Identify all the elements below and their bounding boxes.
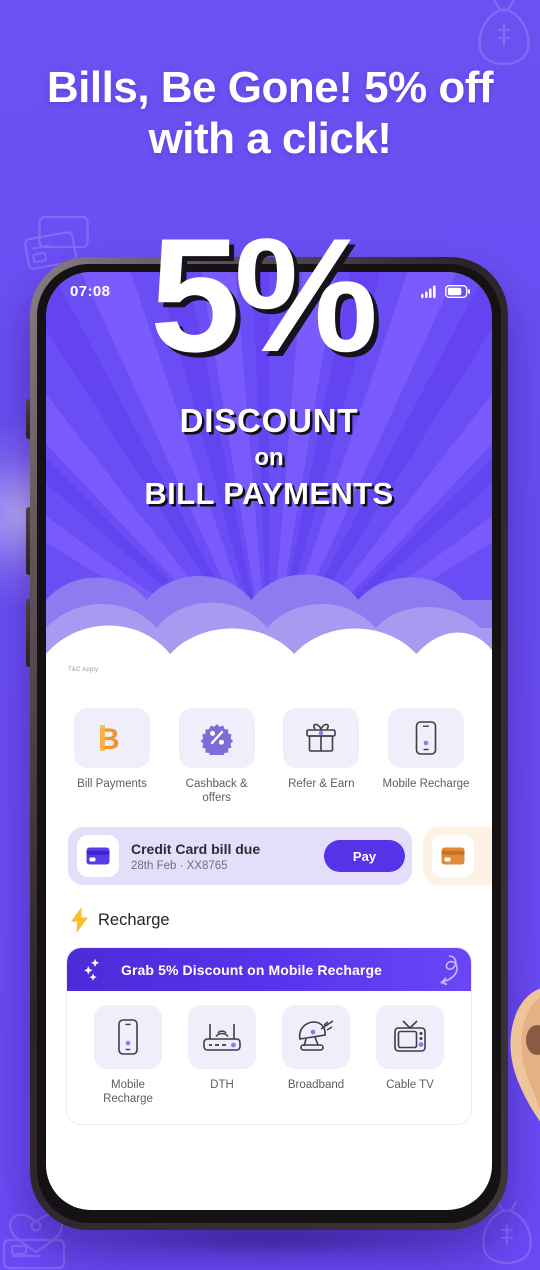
bill-card-icon-container [77,835,119,878]
hero-line-on: on [254,444,284,471]
satellite-dish-icon [298,1020,334,1051]
recharge-card: Grab 5% Discount on Mobile Recharge Mobi… [66,947,472,1126]
big-percent-overlay: 5% [150,205,378,386]
hero-line-discount: DISCOUNT [179,402,359,439]
quick-tile-label: Bill Payments [77,778,147,790]
quick-tile-mobile-recharge[interactable]: Mobile Recharge [382,708,470,805]
service-icon-container [94,1005,162,1070]
service-label: Mobile Recharge [103,1079,153,1106]
bill-card-title: Credit Card bill due [131,840,261,857]
tile-icon-container [283,708,360,768]
quick-tile-label: Mobile Recharge [382,778,470,790]
phone-bezel: 07:08 DISCOUNT on BILL PAYMENTS T&C Appl… [37,264,501,1223]
recharge-section-header: Recharge [46,885,492,934]
status-bar-icons [421,284,470,298]
curved-arrow-icon [440,955,458,986]
service-cable-tv[interactable]: Cable TV [367,1005,453,1106]
sparkles-icon [81,957,107,983]
phone-mute-switch [26,399,30,439]
mobile-phone-icon [415,721,437,755]
phone-volume-down-button [26,599,30,667]
bill-card-icon-container [432,835,474,878]
credit-card-icon-orange [441,847,465,865]
quick-action-tiles: B Bill Payments Cashback & offers Refer … [46,708,492,805]
service-label: Broadband [287,1079,345,1092]
router-icon [203,1024,241,1051]
phone-screen: 07:08 DISCOUNT on BILL PAYMENTS T&C Appl… [46,272,492,1210]
tile-icon-container [178,708,255,768]
battery-icon [445,284,470,298]
tile-icon-container: B [74,708,150,768]
pay-button[interactable]: Pay [324,840,405,873]
bill-card-text: Credit Card bill due 28th Feb · XX8765 [119,841,324,872]
bill-reminder-carousel[interactable]: Credit Card bill due 28th Feb · XX8765 P… [46,805,492,886]
cloud-layers [46,574,492,692]
quick-tile-cashback-offers[interactable]: Cashback & offers [173,708,261,805]
quick-tile-refer-earn[interactable]: Refer & Earn [277,708,365,805]
quick-tile-bill-payments[interactable]: B Bill Payments [68,708,156,805]
credit-card-icon [86,847,110,865]
cashback-percent-icon [200,724,233,755]
quick-tile-label: Cashback & offers [185,778,248,805]
mobile-phone-icon [118,1019,138,1055]
service-dth[interactable]: DTH [179,1005,265,1106]
bill-card-secondary[interactable] [423,827,492,886]
signal-bars-icon [421,285,436,298]
service-mobile-recharge[interactable]: Mobile Recharge [85,1005,171,1106]
recharge-service-grid: Mobile Recharge DTH Broadband Cable TV [67,991,471,1124]
recharge-promo-banner[interactable]: Grab 5% Discount on Mobile Recharge [67,948,471,992]
gift-box-icon [306,723,337,752]
bill-card-subtitle: 28th Feb · XX8765 [131,859,228,872]
status-bar-time: 07:08 [70,282,111,300]
recharge-promo-text: Grab 5% Discount on Mobile Recharge [121,961,382,978]
terms-and-conditions-text: T&C Apply [68,667,99,673]
phone-volume-up-button [26,507,30,575]
hand-photo [510,988,540,1122]
service-label: DTH [210,1079,234,1092]
bill-payments-icon: B [98,723,120,754]
service-icon-container [282,1005,350,1070]
phone-mockup: 07:08 DISCOUNT on BILL PAYMENTS T&C Appl… [26,257,508,1230]
bill-card-credit-card[interactable]: Credit Card bill due 28th Feb · XX8765 P… [68,827,412,886]
television-icon [394,1020,426,1052]
promo-headline: Bills, Be Gone! 5% off with a click! [46,63,494,164]
lightning-bolt-icon [71,907,88,934]
tile-icon-container [387,708,464,768]
app-content: B Bill Payments Cashback & offers Refer … [46,692,492,1126]
service-icon-container [376,1005,444,1070]
service-label: Cable TV [386,1079,434,1092]
hero-copy: DISCOUNT on BILL PAYMENTS [46,402,492,512]
recharge-section-title: Recharge [98,910,170,929]
quick-tile-label: Refer & Earn [288,778,355,790]
hero-line-bill-payments: BILL PAYMENTS [144,476,394,511]
service-icon-container [188,1005,256,1070]
service-broadband[interactable]: Broadband [273,1005,359,1106]
